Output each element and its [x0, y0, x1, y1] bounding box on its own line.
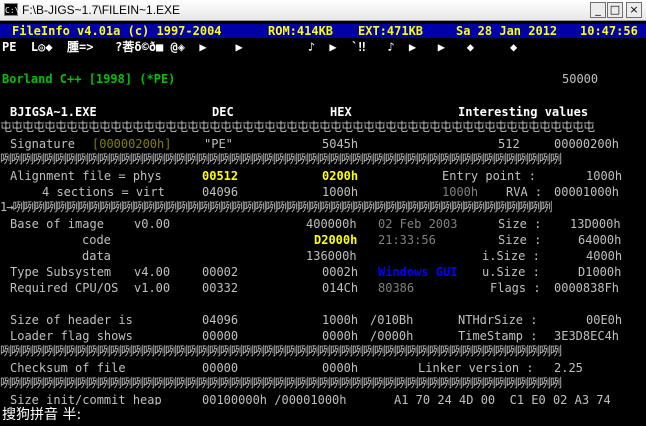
entry-point-value: 1000h — [586, 169, 623, 183]
ime-text: 搜狗拼音 半: — [2, 407, 82, 423]
code-hex: D2000h — [314, 233, 358, 247]
code-size-label: Size : — [498, 233, 542, 247]
sections-dec: 04096 — [202, 185, 239, 199]
code-size-value: 64000h — [578, 233, 622, 247]
cpu-version: v1.00 — [134, 281, 171, 295]
file-name: BJIGSA~1.EXE — [10, 105, 97, 119]
window-title: F:\B-JIGS~1.7\FILEIN~1.EXE — [22, 3, 181, 17]
header-value: 50000 — [562, 72, 599, 86]
nthdr-value: 00E0h — [586, 313, 623, 327]
separator-line: 咧咧咧咧咧咧咧咧咧咧咧咧咧咧咧咧咧咧咧咧咧咧咧咧咧咧咧咧咧咧咧咧咧咧咧咧咧咧咧咧… — [0, 152, 562, 166]
signature-label: Signature — [10, 137, 76, 151]
alignment-hex: 0200h — [322, 169, 359, 183]
alignment-dec: 00512 — [202, 169, 239, 183]
separator-line: 咧咧咧咧咧咧咧咧咧咧咧咧咧咧咧咧咧咧咧咧咧咧咧咧咧咧咧咧咧咧咧咧咧咧咧咧咧咧咧咧… — [0, 376, 562, 390]
signature-val1: 512 — [498, 137, 520, 151]
separator-line: 1→咧咧咧咧咧咧咧咧咧咧咧咧咧咧咧咧咧咧咧咧咧咧咧咧咧咧咧咧咧咧咧咧咧咧咧咧咧咧… — [0, 200, 552, 214]
window-titlebar: C:\ F:\B-JIGS~1.7\FILEIN~1.EXE _ □ × — [0, 0, 646, 21]
loader-dec: 00000 — [202, 329, 239, 343]
checksum-hex: 0000h — [322, 361, 359, 375]
col-interesting: Interesting values — [458, 105, 589, 119]
minimize-button[interactable]: _ — [590, 2, 606, 18]
rva-value: 00001000h — [554, 185, 620, 199]
image-size-label: Size : — [498, 217, 542, 231]
flags-value: 0000838Fh — [554, 281, 620, 295]
cpu-label: Required CPU/OS — [10, 281, 119, 295]
usize-label: u.Size : — [482, 265, 540, 279]
close-button[interactable]: × — [626, 2, 642, 18]
symbol-row: PE L◎◆ 腫=> ?莕δ©ð■ @◈ ▶ ▶ ♪ ▶ `‼ ♪ ▶ ▶ ◆ … — [2, 40, 518, 54]
loader-slash: /0000h — [370, 329, 414, 343]
base-label: Base of image — [10, 217, 104, 231]
console-app-icon[interactable]: C:\ — [4, 3, 19, 16]
signature-dec: "PE" — [204, 137, 233, 151]
usize-value: D1000h — [578, 265, 622, 279]
console-area[interactable]: FileInfo v4.01a (c) 1997-2004 ROM:414KB … — [0, 21, 646, 426]
separator-line: 屯屯屯屯屯屯屯屯屯屯屯屯屯屯屯屯屯屯屯屯屯屯屯屯屯屯屯屯屯屯屯屯屯屯屯屯屯屯屯屯… — [0, 120, 595, 134]
signature-val2: 00000200h — [554, 137, 620, 151]
flags-label: Flags : — [490, 281, 541, 295]
signature-hex: 5045h — [322, 137, 359, 151]
checksum-label: Checksum of file — [10, 361, 126, 375]
loader-label: Loader flag shows — [10, 329, 133, 343]
subsystem-version: v4.00 — [134, 265, 171, 279]
subsystem-dec: 00002 — [202, 265, 239, 279]
subsystem-label: Type Subsystem — [10, 265, 112, 279]
data-label: data — [82, 249, 111, 263]
header-size-slash: /010Bh — [370, 313, 414, 327]
sections-hex: 1000h — [322, 185, 359, 199]
rom-size: ROM:414KB — [268, 24, 334, 38]
header-size-label: Size of header is — [10, 313, 133, 327]
isize-value: 4000h — [586, 249, 623, 263]
data-hex: 136000h — [306, 249, 357, 263]
linker-value: 2.25 — [554, 361, 583, 375]
build-time: 21:33:56 — [378, 233, 436, 247]
entry-point-label: Entry point : — [442, 169, 536, 183]
time-display: 10:47:56 — [580, 24, 638, 38]
header-size-hex: 1000h — [322, 313, 359, 327]
col-dec: DEC — [212, 105, 234, 119]
ime-status-bar: 搜狗拼音 半: — [0, 405, 646, 426]
compiler-name: Borland C++ [1998] (*PE) — [2, 72, 176, 86]
header-size-dec: 04096 — [202, 313, 239, 327]
app-version: FileInfo v4.01a (c) 1997-2004 — [12, 24, 222, 38]
cpu-hex: 014Ch — [322, 281, 359, 295]
maximize-button[interactable]: □ — [607, 2, 623, 18]
separator-line: 咧咧咧咧咧咧咧咧咧咧咧咧咧咧咧咧咧咧咧咧咧咧咧咧咧咧咧咧咧咧咧咧咧咧咧咧咧咧咧咧… — [0, 344, 562, 358]
col-hex: HEX — [330, 105, 352, 119]
info-bar: FileInfo v4.01a (c) 1997-2004 ROM:414KB … — [0, 24, 646, 38]
sections-hex2: 1000h — [442, 185, 479, 199]
nthdr-label: NTHdrSize : — [458, 313, 538, 327]
subsystem-hex: 0002h — [322, 265, 359, 279]
code-label: code — [82, 233, 111, 247]
date-display: Sa 28 Jan 2012 — [456, 24, 558, 38]
subsystem-name: Windows GUI — [378, 265, 458, 279]
signature-offset: [00000200h] — [92, 137, 172, 151]
cpu-type: 80386 — [378, 281, 415, 295]
loader-hex: 0000h — [322, 329, 359, 343]
isize-label: i.Size : — [482, 249, 540, 263]
cpu-dec: 00332 — [202, 281, 239, 295]
sections-label: 4 sections = virt — [42, 185, 165, 199]
base-version: v0.00 — [134, 217, 171, 231]
base-hex: 400000h — [306, 217, 357, 231]
build-date: 02 Feb 2003 — [378, 217, 458, 231]
timestamp-label: TimeStamp : — [458, 329, 538, 343]
checksum-dec: 00000 — [202, 361, 239, 375]
image-size-value: 13D000h — [570, 217, 621, 231]
timestamp-value: 3E3D8EC4h — [554, 329, 620, 343]
rva-label: RVA : — [506, 185, 543, 199]
ext-size: EXT:471KB — [358, 24, 424, 38]
linker-label: Linker version : — [418, 361, 534, 375]
alignment-label: Alignment file = phys — [10, 169, 162, 183]
